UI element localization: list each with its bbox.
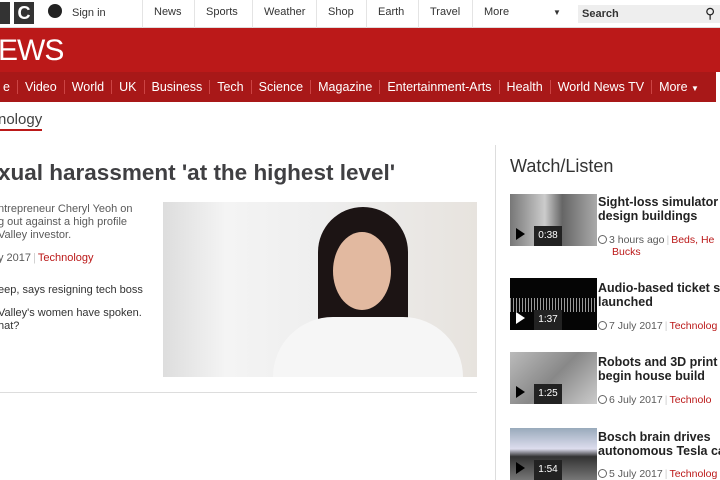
nav-more[interactable]: More ▼ xyxy=(651,80,706,94)
nav-world[interactable]: World xyxy=(63,80,111,94)
nav-magazine[interactable]: Magazine xyxy=(310,80,379,94)
nav-health[interactable]: Health xyxy=(498,80,550,94)
nav-home[interactable]: e xyxy=(0,80,17,94)
title-line: Bosch brain drives xyxy=(598,430,711,444)
play-icon xyxy=(516,386,525,398)
clock-icon xyxy=(598,235,607,244)
video-title[interactable]: Audio-based ticket s launched xyxy=(598,281,720,309)
video-time: 5 July 2017 xyxy=(609,468,663,480)
video-time: 6 July 2017 xyxy=(609,394,663,406)
nav-business[interactable]: Business xyxy=(143,80,210,94)
topnav-weather[interactable]: Weather xyxy=(252,0,316,28)
nav-more-label: More xyxy=(659,80,688,94)
main-nav: e Video World UK Business Tech Science M… xyxy=(0,72,716,102)
nav-entertainment-arts[interactable]: Entertainment-Arts xyxy=(379,80,498,94)
play-icon xyxy=(516,462,525,474)
video-tag[interactable]: Beds, He xyxy=(671,234,714,246)
video-tag[interactable]: Technolo xyxy=(669,394,711,406)
video-title[interactable]: Bosch brain drives autonomous Tesla ca xyxy=(598,430,720,458)
video-tag[interactable]: Technolog xyxy=(669,468,717,480)
video-time: 7 July 2017 xyxy=(609,320,663,332)
title-line: Sight-loss simulator xyxy=(598,195,719,209)
nav-uk[interactable]: UK xyxy=(111,80,143,94)
brand-banner xyxy=(0,28,720,72)
video-time: 3 hours ago xyxy=(609,234,665,246)
portrait-shirt xyxy=(273,317,463,377)
nav-tech[interactable]: Tech xyxy=(209,80,250,94)
title-line: Audio-based ticket s xyxy=(598,281,720,295)
related-link[interactable]: eep, says resigning tech boss xyxy=(0,284,143,297)
video-tag[interactable]: Technolog xyxy=(669,320,717,332)
top-bar: C Sign in News Sports Weather Shop Earth… xyxy=(0,0,720,28)
story-tag[interactable]: Technology xyxy=(38,252,94,264)
title-line: launched xyxy=(598,295,653,309)
bbc-logo-b[interactable] xyxy=(0,2,10,24)
title-line: design buildings xyxy=(598,209,698,223)
video-duration: 1:25 xyxy=(534,384,562,404)
search-icon[interactable]: ⚲ xyxy=(705,5,715,22)
clock-icon xyxy=(598,395,607,404)
topnav-earth[interactable]: Earth xyxy=(366,0,418,28)
portrait-face xyxy=(333,232,391,310)
title-line: autonomous Tesla ca xyxy=(598,444,720,458)
summary-line: ntrepreneur Cheryl Yeoh on xyxy=(0,203,133,215)
clock-icon xyxy=(598,321,607,330)
video-meta: 7 July 2017 | Technolog xyxy=(598,320,717,332)
nav-world-news-tv[interactable]: World News TV xyxy=(549,80,651,94)
video-meta: 3 hours ago | Beds, He Bucks xyxy=(598,234,714,258)
related-line: hat? xyxy=(0,320,20,332)
clock-icon xyxy=(598,469,607,478)
topnav-news[interactable]: News xyxy=(142,0,192,28)
video-thumbnail[interactable]: 1:37 xyxy=(510,278,597,330)
video-duration: 1:54 xyxy=(534,460,562,480)
summary-line: Valley investor. xyxy=(0,229,72,241)
user-icon[interactable] xyxy=(48,4,62,18)
story-date: y 2017 xyxy=(0,252,32,264)
story-image[interactable] xyxy=(163,202,477,377)
bbc-logo-c[interactable]: C xyxy=(14,2,34,24)
title-line: begin house build xyxy=(598,369,705,383)
search-input[interactable]: Search xyxy=(578,5,720,23)
video-meta: 5 July 2017 | Technolog xyxy=(598,468,717,480)
video-duration: 1:37 xyxy=(534,310,562,330)
play-icon xyxy=(516,312,525,324)
video-tag[interactable]: Bucks xyxy=(598,246,714,258)
video-thumbnail[interactable]: 1:25 xyxy=(510,352,597,404)
related-link[interactable]: Valley's women have spoken. hat? xyxy=(0,307,142,333)
topnav-shop[interactable]: Shop xyxy=(316,0,366,28)
sign-in-link[interactable]: Sign in xyxy=(72,7,106,19)
video-title[interactable]: Sight-loss simulator design buildings xyxy=(598,195,718,223)
chevron-down-icon: ▼ xyxy=(691,84,699,93)
topnav-more[interactable]: More ▼ xyxy=(472,0,570,28)
column-divider xyxy=(495,145,496,480)
topnav-more-label: More xyxy=(484,6,510,18)
topnav-travel[interactable]: Travel xyxy=(418,0,472,28)
video-thumbnail[interactable]: 1:54 xyxy=(510,428,597,480)
summary-line: g out against a high profile xyxy=(0,216,128,228)
story-meta: y 2017 | Technology xyxy=(0,252,94,264)
title-line: Robots and 3D print xyxy=(598,355,718,369)
nav-science[interactable]: Science xyxy=(250,80,310,94)
chevron-down-icon: ▼ xyxy=(553,8,561,17)
video-thumbnail[interactable]: 0:38 xyxy=(510,194,597,246)
watch-listen-heading: Watch/Listen xyxy=(510,156,614,176)
story-headline[interactable]: xual harassment 'at the highest level' xyxy=(0,160,395,186)
news-logo[interactable]: EWS xyxy=(0,34,64,68)
divider xyxy=(0,392,477,393)
nav-video[interactable]: Video xyxy=(16,80,64,94)
video-meta: 6 July 2017 | Technolo xyxy=(598,394,711,406)
video-title[interactable]: Robots and 3D print begin house build xyxy=(598,355,717,383)
section-title[interactable]: nology xyxy=(0,111,43,131)
topnav-sports[interactable]: Sports xyxy=(194,0,252,28)
video-duration: 0:38 xyxy=(534,226,562,246)
related-line: Valley's women have spoken. xyxy=(0,307,142,319)
story-summary: ntrepreneur Cheryl Yeoh on g out against… xyxy=(0,203,133,242)
play-icon xyxy=(516,228,525,240)
